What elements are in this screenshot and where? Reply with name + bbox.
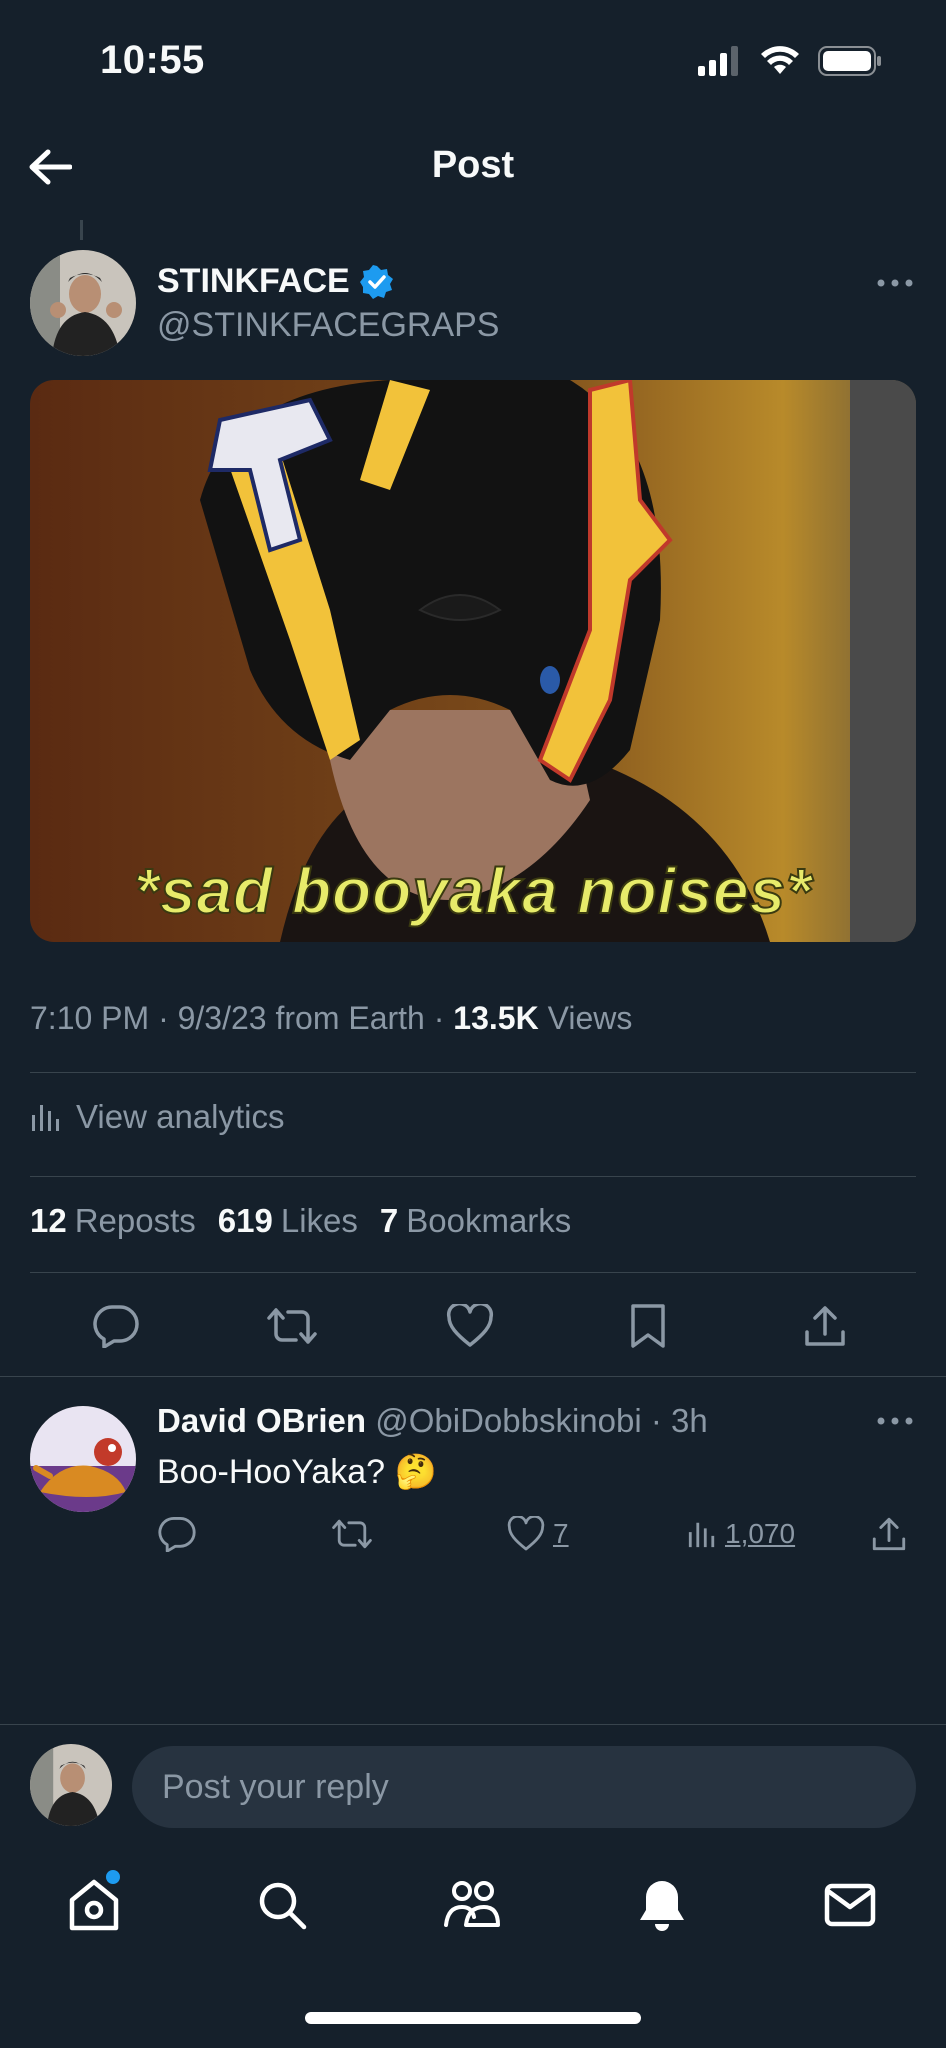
like-button[interactable] <box>440 1296 500 1356</box>
home-indicator[interactable] <box>305 2012 641 2024</box>
divider <box>30 1272 916 1273</box>
view-analytics-label: View analytics <box>76 1098 285 1135</box>
thread-line <box>80 220 83 240</box>
reply-like-count: 7 <box>553 1518 569 1549</box>
signal-icon <box>698 46 738 76</box>
view-analytics-button[interactable]: View analytics <box>30 1098 285 1136</box>
reply-author-handle[interactable]: @ObiDobbskinobi <box>375 1402 641 1439</box>
bookmarks-label: Bookmarks <box>406 1202 572 1239</box>
share-icon <box>872 1517 906 1551</box>
post-meta: 7:10 PM · 9/3/23 from Earth · 13.5K View… <box>30 1000 633 1036</box>
reply-actions: 7 1,070 <box>157 1508 917 1560</box>
reply-button[interactable] <box>86 1296 146 1356</box>
reply-text: Boo-HooYaka? 🤔 <box>157 1453 437 1491</box>
author-name[interactable]: STINKFACE <box>157 262 350 301</box>
reply-composer: Post your reply <box>0 1726 946 1836</box>
reposts-count: 12 <box>30 1202 67 1239</box>
author-avatar[interactable] <box>30 250 136 356</box>
author-name-row: STINKFACE <box>157 262 394 301</box>
post-more-button[interactable] <box>870 268 920 298</box>
reposts-label: Reposts <box>74 1202 196 1239</box>
likes-label: Likes <box>280 1202 358 1239</box>
search-icon <box>259 1882 307 1930</box>
likes-stat[interactable]: 619 Likes <box>218 1202 358 1240</box>
tab-home[interactable] <box>54 1860 134 1950</box>
share-icon <box>805 1306 845 1346</box>
divider <box>0 1724 946 1725</box>
bottom-tab-bar <box>0 1860 946 1950</box>
reply-header: David OBrien @ObiDobbskinobi · 3h <box>157 1402 708 1440</box>
status-time: 10:55 <box>100 38 205 82</box>
notifications-icon <box>640 1881 684 1931</box>
reply-input[interactable]: Post your reply <box>132 1746 916 1828</box>
reposts-stat[interactable]: 12 Reposts <box>30 1202 196 1240</box>
author-handle[interactable]: @STINKFACEGRAPS <box>157 306 499 345</box>
more-icon <box>877 279 913 287</box>
like-icon <box>507 1516 545 1551</box>
reply-view-count: 1,070 <box>725 1518 796 1549</box>
bookmarks-stat[interactable]: 7 Bookmarks <box>380 1202 571 1240</box>
tab-search[interactable] <box>242 1860 322 1950</box>
share-button[interactable] <box>795 1296 855 1356</box>
status-icons <box>698 46 882 76</box>
divider <box>0 1376 946 1377</box>
post-date: 9/3/23 <box>177 1000 267 1036</box>
repost-icon <box>332 1519 372 1549</box>
post-time: 7:10 PM <box>30 1000 150 1036</box>
my-avatar[interactable] <box>30 1744 112 1826</box>
reply-repost-button[interactable] <box>331 1508 373 1560</box>
header: Post <box>0 130 946 204</box>
likes-count: 619 <box>217 1202 273 1239</box>
reply-author-name[interactable]: David OBrien <box>157 1402 366 1439</box>
post-media[interactable]: *sad booyaka noises* <box>30 380 916 942</box>
verified-badge-icon <box>359 264 393 299</box>
home-notification-dot <box>106 1870 120 1884</box>
communities-icon <box>444 1881 500 1927</box>
reply-more-button[interactable] <box>870 1406 920 1436</box>
divider <box>30 1072 916 1073</box>
post-source: from Earth <box>275 1000 425 1036</box>
wifi-icon <box>761 46 799 74</box>
repost-icon <box>267 1308 317 1344</box>
bookmark-icon <box>631 1304 665 1348</box>
reply-reply-button[interactable] <box>157 1508 197 1560</box>
reply-author-avatar[interactable] <box>30 1406 136 1512</box>
status-bar: 10:55 <box>0 0 946 120</box>
views-label: Views <box>547 1000 633 1036</box>
tab-notifications[interactable] <box>622 1860 702 1950</box>
reply-icon <box>93 1305 139 1348</box>
like-icon <box>446 1304 494 1347</box>
divider <box>30 1176 916 1177</box>
tab-communities[interactable] <box>432 1860 512 1950</box>
home-icon <box>69 1879 119 1931</box>
post-stats: 12 Reposts 619 Likes 7 Bookmarks <box>30 1202 571 1240</box>
repost-button[interactable] <box>262 1296 322 1356</box>
reply-separator: · <box>641 1402 672 1439</box>
post-actions <box>0 1296 946 1358</box>
media-caption: *sad booyaka noises* <box>133 854 813 928</box>
bookmarks-count: 7 <box>379 1202 399 1239</box>
analytics-icon <box>32 1105 59 1131</box>
analytics-icon <box>688 1522 715 1548</box>
messages-icon <box>824 1883 876 1927</box>
reply-share-button[interactable] <box>871 1508 907 1560</box>
reply-views-button[interactable]: 1,070 <box>687 1508 795 1560</box>
bookmark-button[interactable] <box>618 1296 678 1356</box>
battery-icon <box>818 46 881 76</box>
views-count: 13.5K <box>453 1000 539 1036</box>
tab-messages[interactable] <box>810 1860 890 1950</box>
reply-icon <box>158 1517 196 1552</box>
reply-like-button[interactable]: 7 <box>507 1508 569 1560</box>
reply-input-placeholder: Post your reply <box>162 1767 389 1806</box>
more-icon <box>877 1417 913 1425</box>
page-title: Post <box>431 144 515 186</box>
reply-time: 3h <box>671 1402 708 1439</box>
